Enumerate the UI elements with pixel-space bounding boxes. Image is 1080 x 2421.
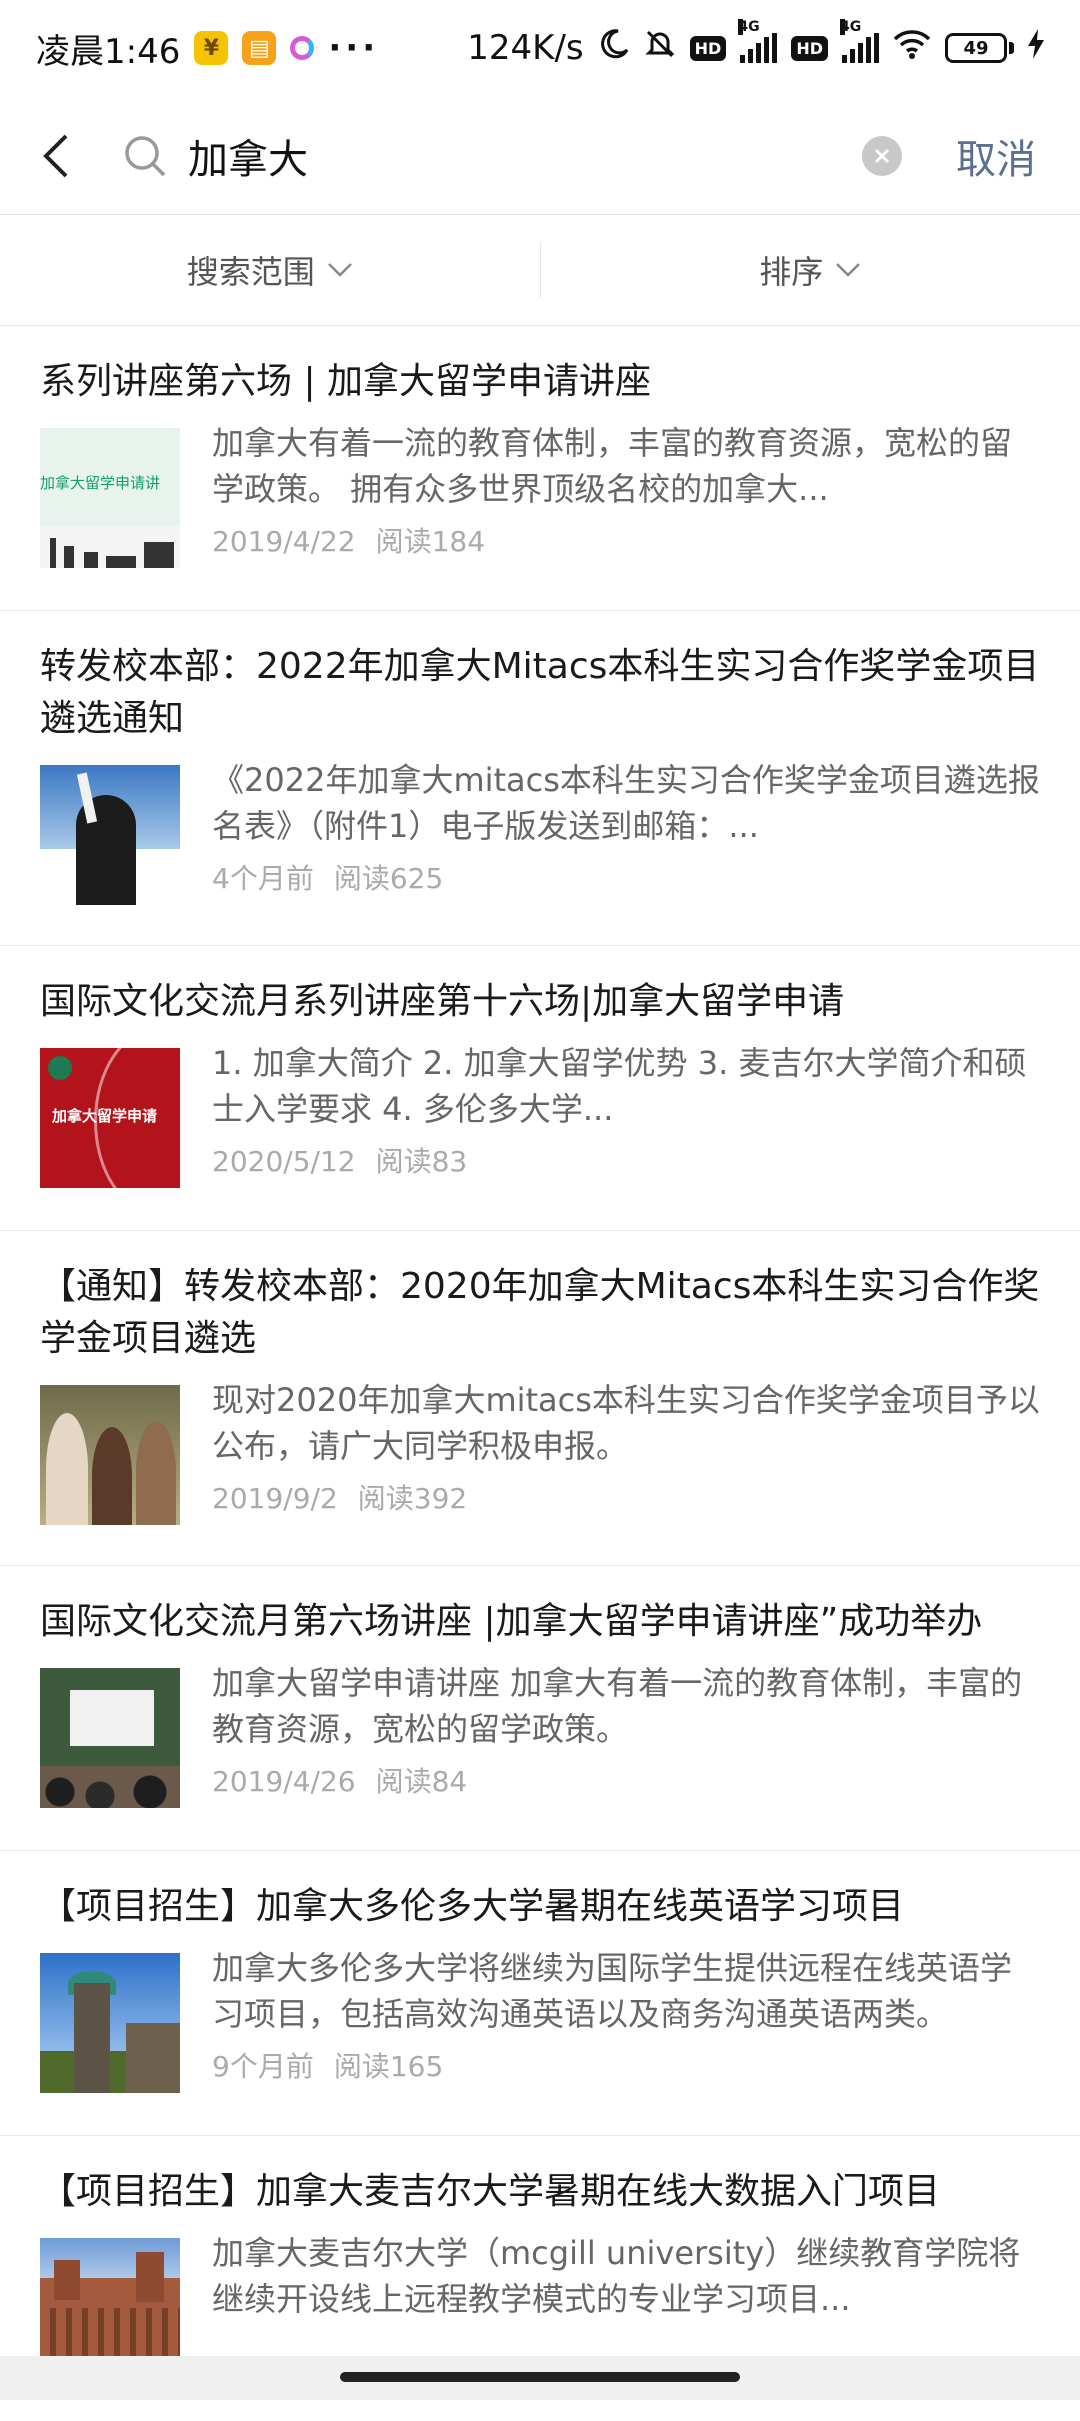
result-description: 加拿大麦吉尔大学（mcgill university）继续教育学院将继续开设线上… — [212, 2230, 1040, 2322]
result-thumbnail — [40, 765, 180, 905]
result-date: 2020/5/12 — [212, 1145, 356, 1178]
thumbnail-caption: 加拿大留学申请讲 — [40, 472, 180, 494]
search-scope-dropdown[interactable]: 搜索范围 — [0, 247, 540, 293]
sort-dropdown[interactable]: 排序 — [541, 247, 1080, 293]
result-text: 加拿大有着一流的教育体制，丰富的教育资源，宽松的留学政策。 拥有众多世界顶级名校… — [212, 420, 1040, 568]
result-date: 2019/4/26 — [212, 1765, 356, 1798]
result-thumbnail — [40, 1953, 180, 2093]
sort-label: 排序 — [759, 247, 823, 293]
status-bar: 凌晨1:46 ¥ ▤ ··· 124K/s HD 4G HD 4G 49 — [0, 0, 1080, 96]
chevron-down-icon — [835, 262, 861, 278]
result-reads: 阅读84 — [376, 1765, 468, 1798]
chevron-down-icon — [327, 262, 353, 278]
search-box[interactable]: 加拿大 — [120, 127, 956, 185]
network-type: 4G — [840, 19, 845, 35]
network-type: 4G — [738, 19, 743, 35]
result-reads: 阅读625 — [334, 862, 443, 895]
hd-badge: HD — [690, 36, 727, 61]
signal-icon: 4G — [740, 33, 777, 63]
result-body: 加拿大留学申请讲 加拿大有着一流的教育体制，丰富的教育资源，宽松的留学政策。 拥… — [40, 420, 1040, 568]
result-date: 2019/4/22 — [212, 525, 356, 558]
result-date: 2019/9/2 — [212, 1482, 338, 1515]
result-item[interactable]: 【项目招生】加拿大多伦多大学暑期在线英语学习项目 加拿大多伦多大学将继续为国际学… — [0, 1851, 1080, 2136]
more-notifications-icon: ··· — [328, 28, 379, 68]
result-item[interactable]: 国际文化交流月系列讲座第十六场|加拿大留学申请 加拿大留学申请 1. 加拿大简介… — [0, 946, 1080, 1231]
result-title: 【通知】转发校本部：2020年加拿大Mitacs本科生实习合作奖学金项目遴选 — [40, 1261, 1040, 1365]
result-meta: 2020/5/12 阅读83 — [212, 1142, 1040, 1182]
moon-icon — [598, 28, 630, 69]
back-arrow-icon — [40, 133, 70, 179]
result-body: 《2022年加拿大mitacs本科生实习合作奖学金项目遴选报名表》（附件1）电子… — [40, 757, 1040, 905]
result-thumbnail — [40, 1668, 180, 1808]
result-item[interactable]: 【通知】转发校本部：2020年加拿大Mitacs本科生实习合作奖学金项目遴选 现… — [0, 1231, 1080, 1566]
hd-badge: HD — [791, 36, 828, 61]
result-item[interactable]: 转发校本部：2022年加拿大Mitacs本科生实习合作奖学金项目遴选通知 《20… — [0, 611, 1080, 946]
result-title: 国际文化交流月第六场讲座 |加拿大留学申请讲座”成功举办 — [40, 1596, 1040, 1648]
result-title: 国际文化交流月系列讲座第十六场|加拿大留学申请 — [40, 976, 1040, 1028]
result-body: 加拿大留学申请讲座 加拿大有着一流的教育体制，丰富的教育资源，宽松的留学政策。 … — [40, 1660, 1040, 1808]
result-description: 加拿大留学申请讲座 加拿大有着一流的教育体制，丰富的教育资源，宽松的留学政策。 — [212, 1660, 1040, 1752]
notes-app-icon: ▤ — [242, 31, 276, 65]
result-description: 《2022年加拿大mitacs本科生实习合作奖学金项目遴选报名表》（附件1）电子… — [212, 757, 1040, 849]
charging-icon — [1028, 28, 1044, 68]
result-title: 【项目招生】加拿大多伦多大学暑期在线英语学习项目 — [40, 1881, 1040, 1933]
wifi-icon — [893, 28, 931, 68]
battery-level: 49 — [948, 36, 1004, 60]
result-meta: 9个月前阅读165 — [212, 2047, 1040, 2087]
result-item[interactable]: 系列讲座第六场 | 加拿大留学申请讲座 加拿大留学申请讲 加拿大有着一流的教育体… — [0, 326, 1080, 611]
thumbnail-caption: 加拿大留学申请 — [52, 1106, 157, 1126]
result-description: 加拿大有着一流的教育体制，丰富的教育资源，宽松的留学政策。 拥有众多世界顶级名校… — [212, 420, 1040, 512]
back-button[interactable] — [30, 121, 80, 191]
filter-bar: 搜索范围 排序 — [0, 214, 1080, 326]
result-text: 现对2020年加拿大mitacs本科生实习合作奖学金项目予以公布，请广大同学积极… — [212, 1377, 1040, 1525]
home-gesture-handle[interactable] — [340, 2372, 740, 2382]
result-date: 4个月前 — [212, 862, 314, 895]
result-body: 加拿大留学申请 1. 加拿大简介 2. 加拿大留学优势 3. 麦吉尔大学简介和硕… — [40, 1040, 1040, 1188]
result-item[interactable]: 国际文化交流月第六场讲座 |加拿大留学申请讲座”成功举办 加拿大留学申请讲座 加… — [0, 1566, 1080, 1851]
result-thumbnail — [40, 1385, 180, 1525]
result-date: 9个月前 — [212, 2050, 314, 2083]
result-text: 加拿大多伦多大学将继续为国际学生提供远程在线英语学习项目，包括高效沟通英语以及商… — [212, 1945, 1040, 2093]
signal-icon: 4G — [842, 33, 879, 63]
result-reads: 阅读184 — [376, 525, 485, 558]
result-thumbnail: 加拿大留学申请讲 — [40, 428, 180, 568]
search-header: 加拿大 取消 — [0, 96, 1080, 216]
result-meta: 2019/4/26 阅读84 — [212, 1762, 1040, 1802]
status-right: 124K/s HD 4G HD 4G 49 — [467, 28, 1044, 69]
result-text: 《2022年加拿大mitacs本科生实习合作奖学金项目遴选报名表》（附件1）电子… — [212, 757, 1040, 905]
search-icon — [120, 131, 170, 181]
result-text: 1. 加拿大简介 2. 加拿大留学优势 3. 麦吉尔大学简介和硕士入学要求 4.… — [212, 1040, 1040, 1188]
battery-icon: 49 — [945, 33, 1014, 63]
status-left: 凌晨1:46 ¥ ▤ ··· — [36, 24, 379, 73]
search-scope-label: 搜索范围 — [187, 247, 315, 293]
result-text: 加拿大留学申请讲座 加拿大有着一流的教育体制，丰富的教育资源，宽松的留学政策。 … — [212, 1660, 1040, 1808]
mute-bell-icon — [644, 28, 676, 69]
result-body: 加拿大多伦多大学将继续为国际学生提供远程在线英语学习项目，包括高效沟通英语以及商… — [40, 1945, 1040, 2093]
result-meta: 2019/4/22 阅读184 — [212, 522, 1040, 562]
result-meta: 4个月前阅读625 — [212, 859, 1040, 899]
navigation-bar — [0, 2356, 1080, 2400]
result-description: 1. 加拿大简介 2. 加拿大留学优势 3. 麦吉尔大学简介和硕士入学要求 4.… — [212, 1040, 1040, 1132]
result-reads: 阅读392 — [358, 1482, 467, 1515]
result-body: 现对2020年加拿大mitacs本科生实习合作奖学金项目予以公布，请广大同学积极… — [40, 1377, 1040, 1525]
result-title: 转发校本部：2022年加拿大Mitacs本科生实习合作奖学金项目遴选通知 — [40, 641, 1040, 745]
results-list: 系列讲座第六场 | 加拿大留学申请讲座 加拿大留学申请讲 加拿大有着一流的教育体… — [0, 326, 1080, 2421]
result-reads: 阅读83 — [376, 1145, 468, 1178]
result-meta: 2019/9/2 阅读392 — [212, 1479, 1040, 1519]
ring-app-icon — [290, 36, 314, 60]
status-time: 凌晨1:46 — [36, 24, 180, 73]
cancel-button[interactable]: 取消 — [956, 127, 1036, 185]
result-title: 【项目招生】加拿大麦吉尔大学暑期在线大数据入门项目 — [40, 2166, 1040, 2218]
result-description: 加拿大多伦多大学将继续为国际学生提供远程在线英语学习项目，包括高效沟通英语以及商… — [212, 1945, 1040, 2037]
result-title: 系列讲座第六场 | 加拿大留学申请讲座 — [40, 356, 1040, 408]
wallet-app-icon: ¥ — [194, 31, 228, 65]
result-reads: 阅读165 — [334, 2050, 443, 2083]
result-description: 现对2020年加拿大mitacs本科生实习合作奖学金项目予以公布，请广大同学积极… — [212, 1377, 1040, 1469]
search-input[interactable]: 加拿大 — [188, 127, 862, 185]
clear-search-icon[interactable] — [862, 136, 902, 176]
result-thumbnail: 加拿大留学申请 — [40, 1048, 180, 1188]
network-speed: 124K/s — [467, 28, 583, 68]
